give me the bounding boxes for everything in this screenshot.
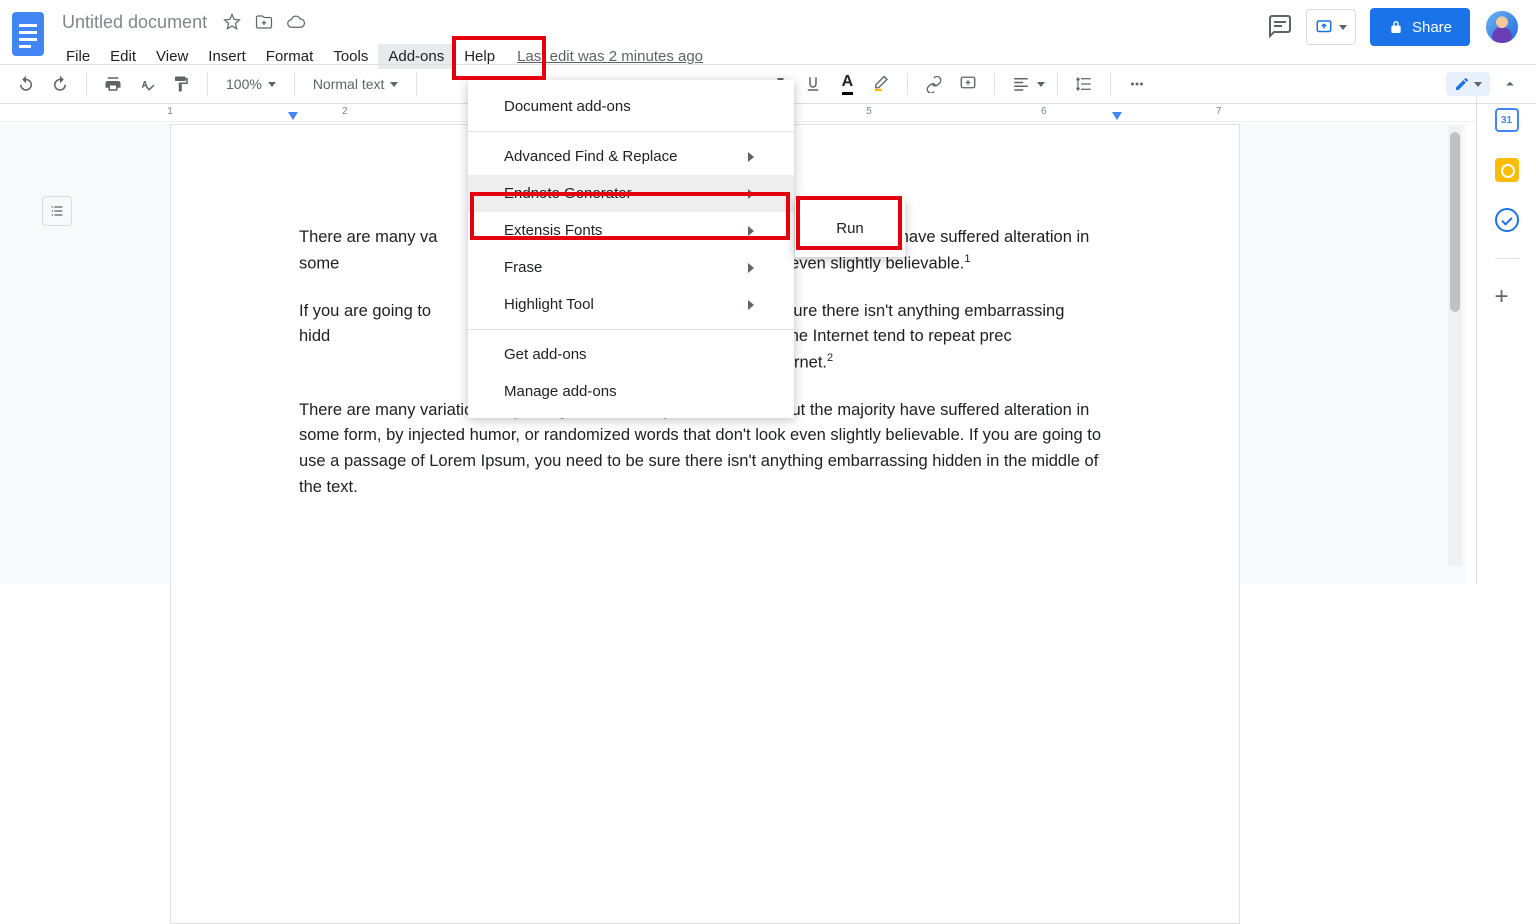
chevron-right-icon [748,189,754,199]
share-button[interactable]: Share [1370,8,1470,46]
chevron-right-icon [748,152,754,162]
endnote-submenu: Run [795,200,905,257]
zoom-value: 100% [226,76,262,92]
doc-title[interactable]: Untitled document [56,10,213,35]
last-edit-link[interactable]: Last edit was 2 minutes ago [517,48,703,65]
menuitem-label: Highlight Tool [504,296,594,313]
more-button[interactable] [1123,70,1151,98]
footnote-ref: 2 [827,352,833,364]
chevron-down-icon [390,82,398,87]
menuitem-label: Extensis Fonts [504,222,602,239]
menuitem-label: Manage add-ons [504,383,617,400]
comments-icon[interactable] [1268,14,1292,41]
chevron-down-icon [1339,25,1347,30]
docs-logo[interactable] [8,8,48,60]
menuitem-label: Advanced Find & Replace [504,148,677,165]
divider [468,131,794,132]
star-icon[interactable] [223,13,241,31]
ruler-number: 7 [1216,106,1222,117]
chevron-down-icon [268,82,276,87]
present-button[interactable] [1306,9,1356,45]
calendar-icon[interactable] [1495,108,1519,132]
left-indent-marker[interactable] [288,112,298,120]
move-icon[interactable] [255,13,273,31]
menuitem-label: Run [836,220,864,237]
tasks-icon[interactable] [1495,208,1519,232]
line-spacing-button[interactable] [1070,70,1098,98]
chevron-right-icon [748,226,754,236]
body-text: There are many va [299,228,437,246]
titlebar: Untitled document File Edit View Insert … [0,0,1536,64]
insert-link-button[interactable] [920,70,948,98]
body-text: If you are going to [299,302,431,320]
outline-toggle-button[interactable] [42,196,72,226]
menuitem-extensis-fonts[interactable]: Extensis Fonts [468,212,794,249]
underline-button[interactable] [799,70,827,98]
chevron-down-icon [1474,82,1482,87]
chevron-right-icon [748,263,754,273]
right-indent-marker[interactable] [1112,112,1122,120]
menuitem-label: Frase [504,259,542,276]
keep-icon[interactable] [1495,158,1519,182]
highlight-color-button[interactable] [867,70,895,98]
align-button[interactable] [1007,70,1035,98]
add-addon-icon[interactable]: + [1495,285,1519,309]
addons-dropdown: Document add-ons Advanced Find & Replace… [468,80,794,418]
menuitem-highlight-tool[interactable]: Highlight Tool [468,286,794,323]
collapse-toolbar-button[interactable] [1496,70,1524,98]
avatar[interactable] [1484,9,1520,45]
text-color-button[interactable]: A [833,70,861,98]
ruler-number: 2 [342,106,348,117]
share-label: Share [1412,19,1452,36]
ruler-number: 1 [167,106,173,117]
editing-mode-button[interactable] [1446,72,1490,96]
undo-button[interactable] [12,70,40,98]
vertical-scrollbar[interactable] [1448,126,1462,566]
paint-format-button[interactable] [167,70,195,98]
menuitem-label: Document add-ons [504,98,631,115]
menuitem-run[interactable]: Run [795,212,905,245]
menuitem-document-addons[interactable]: Document add-ons [468,88,794,125]
chevron-down-icon [1037,82,1045,87]
style-value: Normal text [313,76,385,92]
menuitem-get-addons[interactable]: Get add-ons [468,336,794,373]
chevron-right-icon [748,300,754,310]
ruler-number: 6 [1041,106,1047,117]
menuitem-advanced-find[interactable]: Advanced Find & Replace [468,138,794,175]
divider [468,329,794,330]
footnote-ref: 1 [964,253,970,265]
add-comment-button[interactable] [954,70,982,98]
cloud-icon[interactable] [287,13,305,31]
side-panel: + [1476,88,1536,584]
spellcheck-button[interactable] [133,70,161,98]
menuitem-label: Get add-ons [504,346,587,363]
menuitem-frase[interactable]: Frase [468,249,794,286]
menuitem-manage-addons[interactable]: Manage add-ons [468,373,794,410]
paragraph-style-select[interactable]: Normal text [307,76,405,92]
scrollbar-thumb[interactable] [1450,132,1460,312]
menuitem-label: Endnote Generator [504,185,632,202]
ruler-number: 5 [866,106,872,117]
redo-button[interactable] [46,70,74,98]
menuitem-endnote-generator[interactable]: Endnote Generator [468,175,794,212]
divider [1495,258,1519,259]
zoom-select[interactable]: 100% [220,76,282,92]
print-button[interactable] [99,70,127,98]
